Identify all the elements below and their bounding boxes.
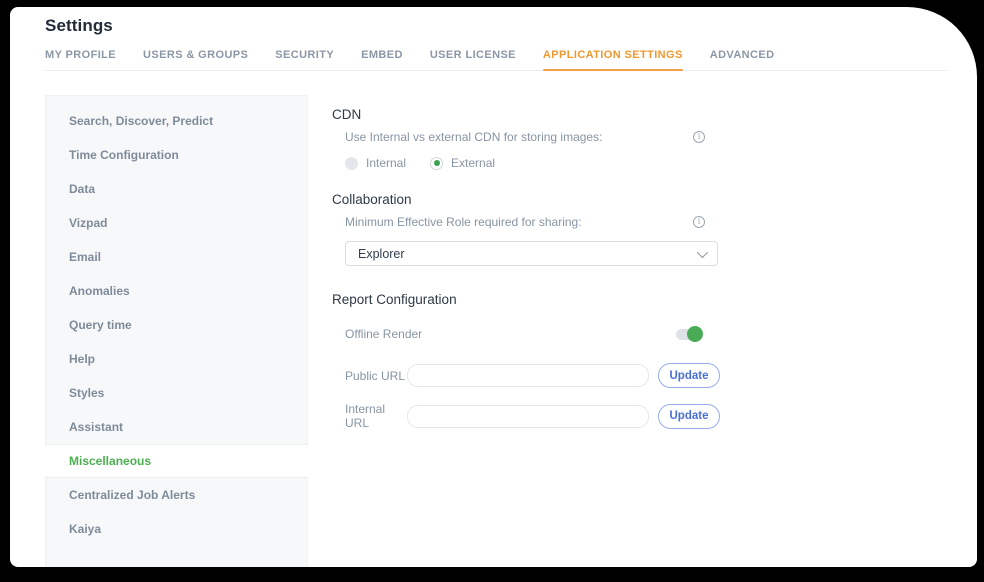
cdn-radio-internal[interactable]: Internal [345,156,406,170]
main-panel: CDN Use Internal vs external CDN for sto… [308,95,720,567]
role-select[interactable]: Explorer [345,241,718,266]
offline-render-label: Offline Render [345,327,423,341]
report-section-heading: Report Configuration [332,292,457,307]
public-url-label: Public URL [345,368,406,383]
sidebar-item-query-time[interactable]: Query time [46,308,307,342]
internal-url-label: Internal URL [345,402,386,430]
internal-url-input[interactable] [407,404,649,428]
cdn-radio-external[interactable]: External [430,156,495,170]
sidebar-item-help[interactable]: Help [46,342,307,376]
collaboration-info-icon[interactable]: i [693,216,705,228]
cdn-info-icon[interactable]: i [693,131,705,143]
content-area: Search, Discover, Predict Time Configura… [10,95,977,567]
role-select-value: Explorer [358,246,405,261]
sidebar-item-miscellaneous[interactable]: Miscellaneous [45,444,308,478]
tab-security[interactable]: SECURITY [275,49,334,70]
sidebar-item-anomalies[interactable]: Anomalies [46,274,307,308]
radio-unselected-icon [345,156,358,170]
page-title: Settings [45,16,113,35]
public-url-input[interactable] [407,364,649,387]
sidebar-item-time-configuration[interactable]: Time Configuration [46,138,307,172]
tab-embed[interactable]: EMBED [361,49,403,70]
sidebar-item-kaiya[interactable]: Kaiya [46,512,307,546]
collaboration-description: Minimum Effective Role required for shar… [345,215,582,229]
sidebar-item-styles[interactable]: Styles [46,376,307,410]
tab-user-license[interactable]: USER LICENSE [430,49,516,70]
tab-users-groups[interactable]: USERS & GROUPS [143,49,248,70]
settings-sidebar: Search, Discover, Predict Time Configura… [45,95,308,567]
sidebar-item-data[interactable]: Data [46,172,307,206]
tab-advanced[interactable]: ADVANCED [710,49,775,70]
chevron-down-icon [696,246,709,258]
sidebar-item-vizpad[interactable]: Vizpad [46,206,307,240]
sidebar-item-search-discover-predict[interactable]: Search, Discover, Predict [46,104,307,138]
internal-url-update-button[interactable]: Update [658,403,720,429]
radio-selected-icon [430,156,444,170]
offline-render-toggle[interactable] [676,325,703,342]
sidebar-item-centralized-job-alerts[interactable]: Centralized Job Alerts [46,478,307,512]
sidebar-item-email[interactable]: Email [46,240,307,274]
cdn-internal-label: Internal [366,156,407,170]
public-url-update-button[interactable]: Update [658,363,720,388]
tab-application-settings[interactable]: APPLICATION SETTINGS [542,49,683,71]
tab-my-profile[interactable]: MY PROFILE [45,49,116,70]
collaboration-section-heading: Collaboration [332,192,412,207]
header: Settings MY PROFILE USERS & GROUPS SECUR… [10,7,977,71]
cdn-description: Use Internal vs external CDN for storing… [345,130,603,144]
sidebar-item-assistant[interactable]: Assistant [46,410,307,444]
cdn-external-label: External [451,156,496,170]
tab-bar: MY PROFILE USERS & GROUPS SECURITY EMBED… [45,49,947,71]
settings-window: Settings MY PROFILE USERS & GROUPS SECUR… [10,7,977,567]
cdn-section-heading: CDN [332,107,362,122]
cdn-radio-group: Internal External [345,156,718,170]
